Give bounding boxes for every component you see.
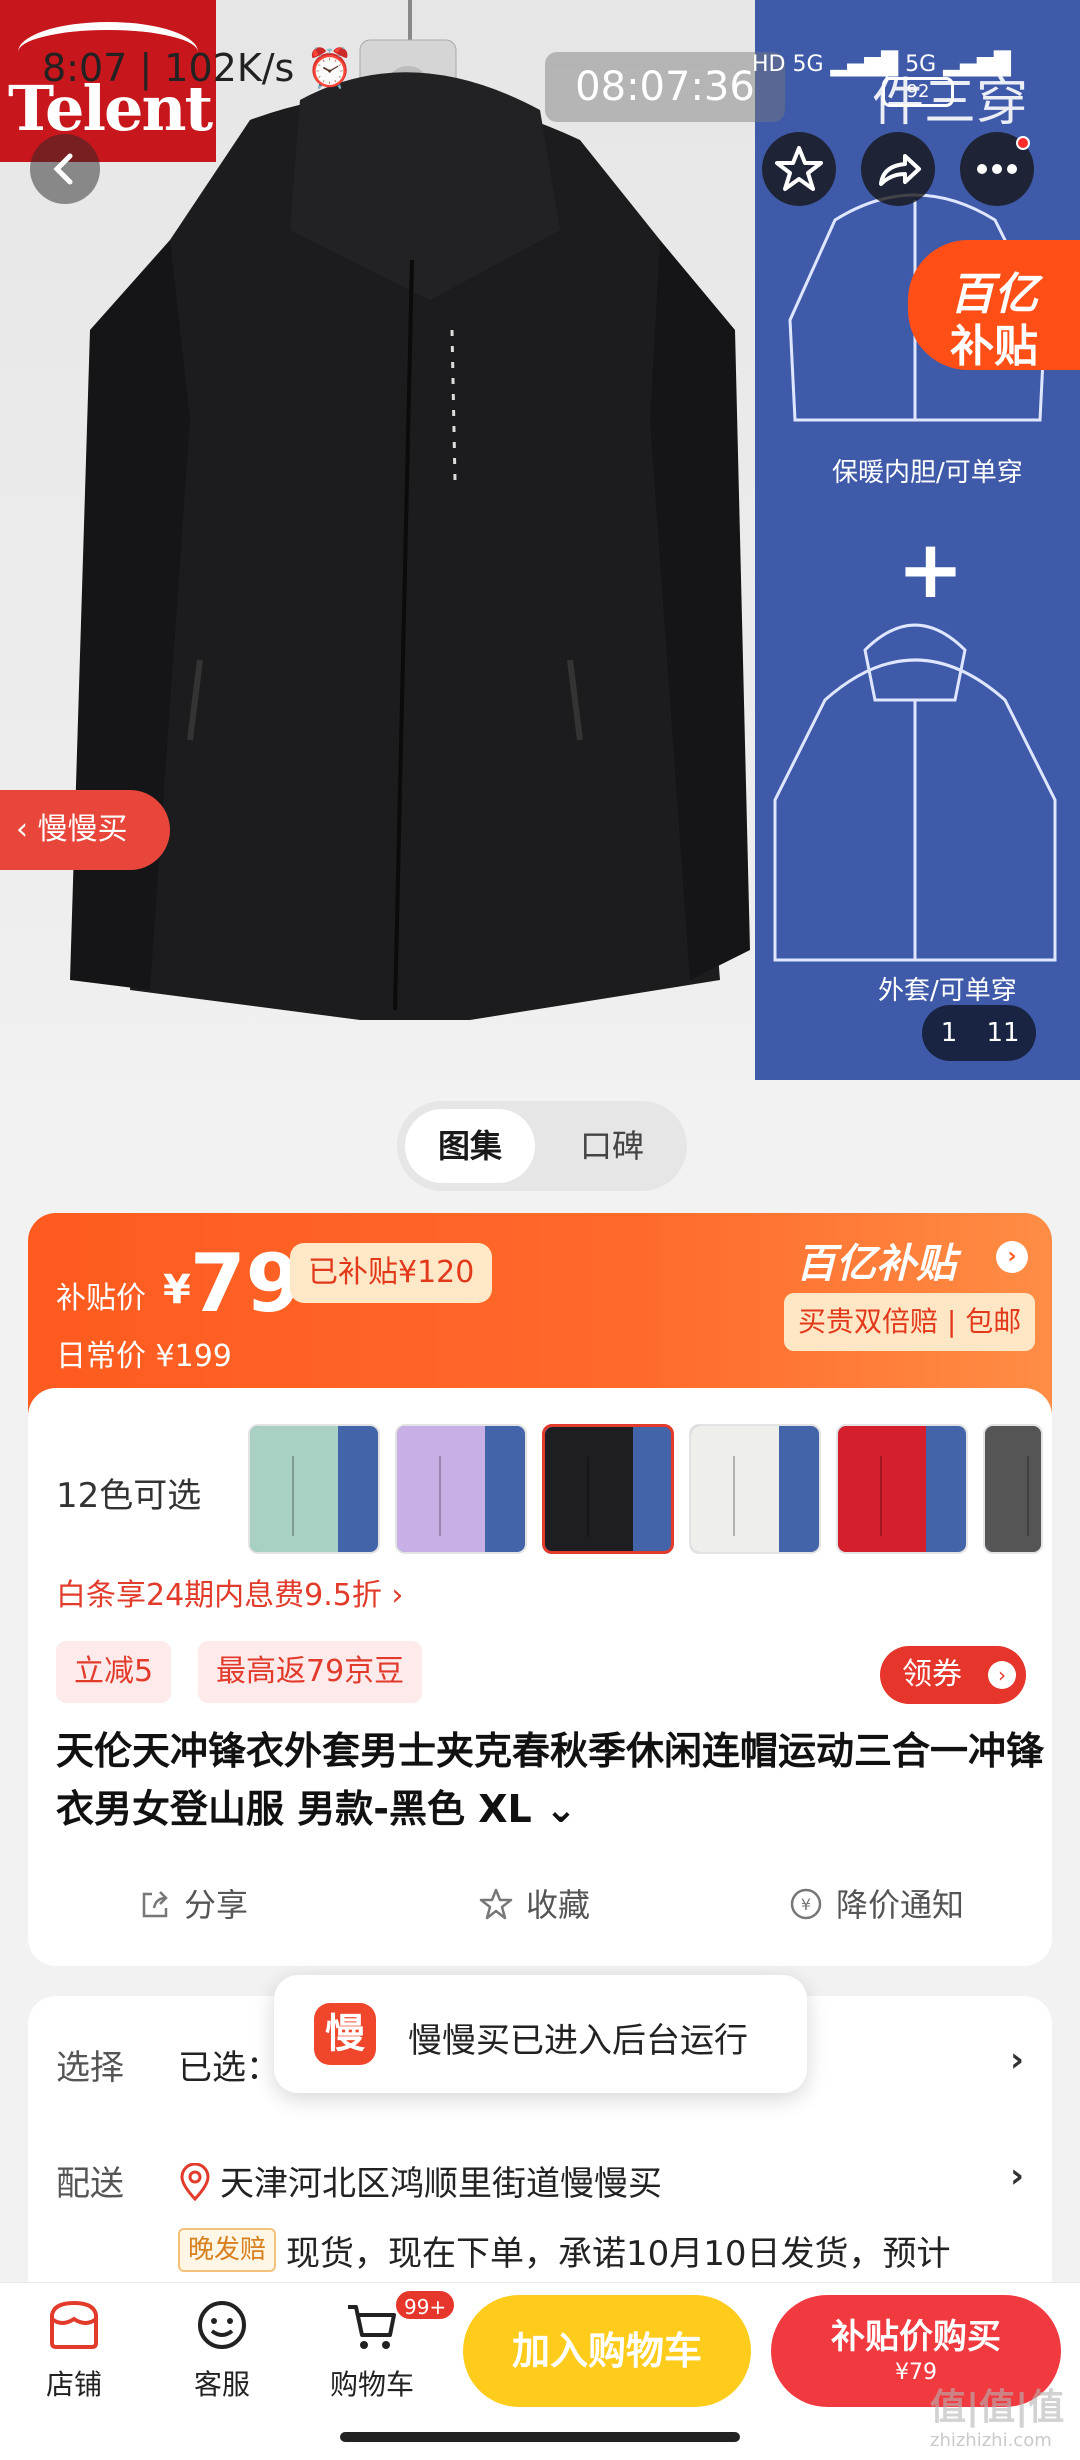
star-icon — [775, 146, 823, 191]
app-icon: 慢 — [314, 2003, 376, 2065]
subsidy-price-label: 补贴价 — [56, 1281, 146, 1316]
chevron-right-icon: › — [988, 1661, 1016, 1689]
color-swatch[interactable] — [836, 1424, 968, 1554]
swatch-jacket-thumb — [397, 1426, 485, 1552]
back-button[interactable] — [30, 134, 100, 204]
shop-button[interactable]: 店铺 — [14, 2293, 134, 2403]
plus-sign: + — [897, 523, 965, 616]
late-compensation-tag: 晚发赔 — [178, 2228, 277, 2272]
image-counter: 1 11 — [922, 1005, 1036, 1061]
more-button[interactable] — [960, 132, 1034, 206]
chevron-left-icon — [53, 153, 73, 185]
chevron-right-icon[interactable]: › — [1010, 2156, 1024, 2196]
jd-beans-chip: 最高返79京豆 — [198, 1641, 423, 1703]
color-swatch[interactable] — [689, 1424, 821, 1554]
yen-circle-icon: ¥ — [790, 1888, 822, 1920]
share-action[interactable]: 分享 — [138, 1880, 248, 1926]
product-title[interactable]: 天伦天冲锋衣外套男士夹克春秋季休闲连帽运动三合一冲锋衣男女登山服 男款-黑色 X… — [56, 1722, 1046, 1838]
instant-discount-chip: 立减5 — [56, 1641, 172, 1703]
gallery-tabs: 图集 口碑 — [397, 1101, 687, 1191]
color-swatch[interactable] — [248, 1424, 380, 1554]
delivery-address[interactable]: 天津河北区鸿顺里街道慢慢买 — [178, 2156, 662, 2205]
feature-title: 件三穿 — [872, 73, 1029, 133]
add-to-cart-button[interactable]: 加入购物车 — [463, 2295, 751, 2407]
daily-price: 日常价 ¥199 — [56, 1339, 232, 1374]
color-swatch[interactable] — [542, 1424, 674, 1554]
watermark-logo: 值|值|值 — [930, 2387, 1065, 2428]
tab-gallery[interactable]: 图集 — [405, 1109, 535, 1183]
price-alert-action[interactable]: ¥ 降价通知 — [788, 1880, 964, 1926]
swatch-jacket-thumb — [985, 1426, 1041, 1552]
get-coupon-button[interactable]: 领券 › — [880, 1646, 1026, 1704]
tab-reviews[interactable]: 口碑 — [547, 1109, 677, 1183]
caption-inner: 保暖内胆/可单穿 — [832, 458, 1023, 488]
favorite-button[interactable] — [762, 132, 836, 206]
svg-text:¥: ¥ — [801, 1895, 811, 1914]
share-arrow-icon — [879, 154, 921, 186]
star-outline-icon — [479, 1888, 513, 1920]
delivery-label: 配送 — [56, 2164, 124, 2204]
color-count: 12色可选 — [56, 1476, 202, 1516]
color-swatch[interactable] — [983, 1424, 1043, 1554]
toast-message: 慢慢买已进入后台运行 — [408, 2021, 748, 2061]
status-time-speed: 8:07 | 102K/s ⏰ — [42, 46, 354, 90]
location-pin-icon — [180, 2162, 210, 2202]
watermark-url: zhizhizhi.com — [930, 2430, 1052, 2451]
guarantee-badge: 买贵双倍赔 | 包邮 — [784, 1293, 1036, 1351]
share-icon — [142, 1891, 168, 1918]
swatch-jacket-thumb — [691, 1426, 779, 1552]
caption-outer: 外套/可单穿 — [878, 976, 1017, 1006]
currency-symbol: ¥ — [163, 1267, 191, 1313]
product-info-card: 12色可选 白条享24期内息费9.5折 › 立减5 最高返79京豆 领券 › 天… — [28, 1388, 1052, 1966]
cart-button[interactable]: 购物车 99+ — [312, 2289, 457, 2403]
chat-face-icon — [198, 2301, 246, 2349]
installment-offer[interactable]: 白条享24期内息费9.5折 › — [56, 1570, 403, 1614]
home-indicator[interactable] — [340, 2432, 740, 2442]
product-gallery[interactable]: Telent 8:07 | 102K/s ⏰ 08:07:36 HD 5G ▂▄… — [0, 0, 1080, 1080]
swatch-jacket-thumb — [545, 1427, 633, 1551]
select-value[interactable]: 已选： — [178, 2040, 280, 2089]
shop-icon — [50, 2300, 98, 2349]
color-swatch[interactable] — [395, 1424, 527, 1554]
price-banner: 补贴价 ¥ 79 已补贴¥120 日常价 ¥199 百亿补贴 › 买贵双倍赔 |… — [28, 1213, 1052, 1413]
swatch-jacket-thumb — [250, 1426, 338, 1552]
slow-buy-tag[interactable]: ‹ 慢慢买 — [0, 790, 170, 870]
chevron-right-icon[interactable]: › — [996, 1241, 1028, 1273]
saved-amount-badge: 已补贴¥120 — [290, 1243, 493, 1303]
subsidy-brand-link[interactable]: 百亿补贴 — [796, 1231, 956, 1289]
status-clock-overlay: 08:07:36 — [545, 52, 785, 122]
favorite-action[interactable]: 收藏 — [478, 1880, 590, 1926]
cart-count-badge: 99+ — [394, 2289, 457, 2321]
background-toast: 慢 慢慢买已进入后台运行 — [274, 1975, 807, 2093]
customer-service-button[interactable]: 客服 — [162, 2293, 282, 2403]
swatch-jacket-thumb — [838, 1426, 926, 1552]
jacket-photo — [0, 0, 755, 1080]
chevron-right-icon[interactable]: › — [1010, 2040, 1024, 2080]
chevron-left-icon: ‹ — [16, 812, 38, 847]
share-button[interactable] — [861, 132, 935, 206]
jacket-illustration — [70, 0, 750, 1021]
notification-dot — [1016, 136, 1030, 150]
delivery-promise: 现货，现在下单，承诺10月10日发货，预计 — [286, 2234, 951, 2274]
select-label: 选择 — [56, 2048, 124, 2088]
subsidy-badge: 百亿 补贴 — [908, 240, 1080, 372]
subsidy-price: 79 — [190, 1237, 302, 1330]
